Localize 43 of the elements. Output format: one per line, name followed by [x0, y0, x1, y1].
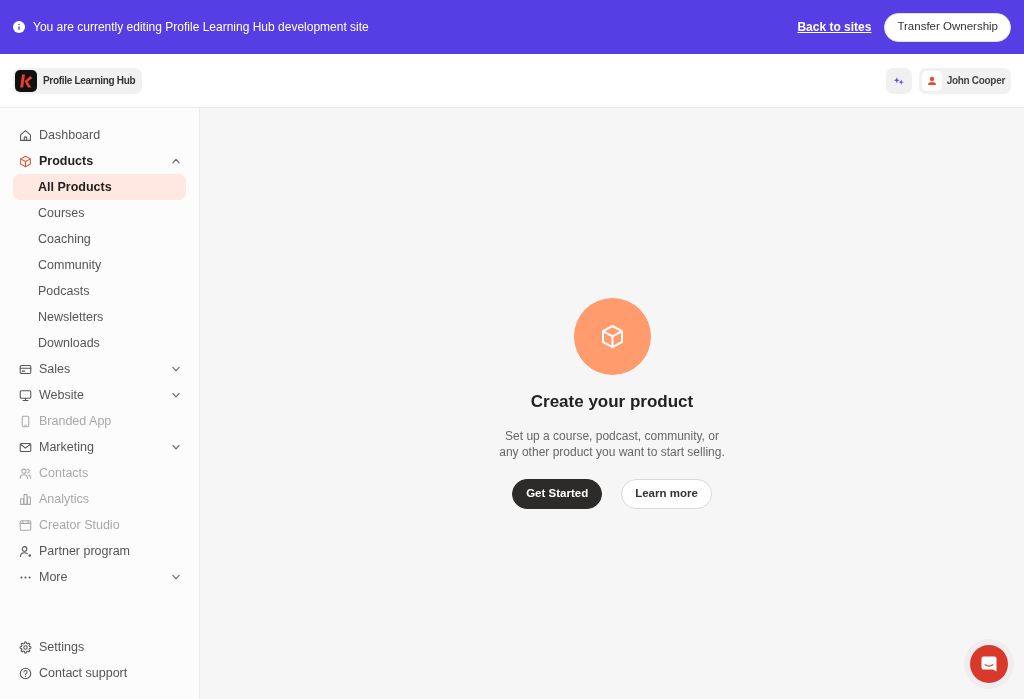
sidebar-item[interactable]: All Products — [13, 174, 186, 200]
banner-message: You are currently editing Profile Learning Hub development site — [33, 19, 369, 36]
info-icon — [13, 21, 25, 33]
avatar-icon — [921, 70, 942, 91]
sidebar-item[interactable]: More — [13, 564, 186, 590]
sidebar-item[interactable]: Coaching — [13, 226, 186, 252]
back-link[interactable]: Back to sites — [797, 18, 872, 36]
sidebar-item[interactable]: Courses — [13, 200, 186, 226]
user-icon — [19, 544, 32, 558]
cube-icon — [19, 154, 32, 168]
transfer-ownership-button[interactable]: Transfer Ownership — [884, 12, 1011, 42]
sidebar-item[interactable]: Products — [13, 148, 186, 174]
empty-state-description: Set up a course, podcast, community, or any other product you want to start selling. — [499, 427, 725, 460]
sidebar-item[interactable]: Website — [13, 382, 186, 408]
sidebar-item[interactable]: Dashboard — [13, 122, 186, 148]
settings-icon — [19, 640, 32, 654]
sidebar-item[interactable]: Sales — [13, 356, 186, 382]
user-menu-button[interactable]: John Cooper — [918, 67, 1011, 94]
chat-icon — [980, 655, 998, 673]
site-switcher[interactable]: Profile Learning Hub — [13, 67, 143, 94]
sidebar-item[interactable]: Podcasts — [13, 278, 186, 304]
sidebar-item[interactable]: Contact support — [13, 660, 186, 686]
window-icon — [19, 518, 32, 532]
sidebar-item[interactable]: Newsletters — [13, 304, 186, 330]
sidebar-item[interactable]: Downloads — [13, 330, 186, 356]
sidebar-item[interactable]: Settings — [13, 634, 186, 660]
phone-icon — [19, 414, 32, 428]
get-started-button[interactable]: Get Started — [512, 478, 603, 509]
learn-more-button[interactable]: Learn more — [621, 478, 712, 509]
home-icon — [19, 128, 32, 142]
cube-icon — [573, 298, 651, 376]
empty-state-title: Create your product — [530, 392, 694, 413]
mail-icon — [19, 440, 32, 454]
sidebar-item[interactable]: Marketing — [13, 434, 186, 460]
monitor-icon — [19, 388, 32, 402]
help-icon — [19, 666, 32, 680]
sidebar-item[interactable]: Community — [13, 252, 186, 278]
sidebar-item[interactable]: Partner program — [13, 538, 186, 564]
card-icon — [19, 362, 32, 376]
sparkle-button[interactable] — [885, 67, 912, 94]
logo-icon — [15, 69, 37, 92]
bar-chart-icon — [19, 492, 32, 506]
users-icon — [19, 466, 32, 480]
